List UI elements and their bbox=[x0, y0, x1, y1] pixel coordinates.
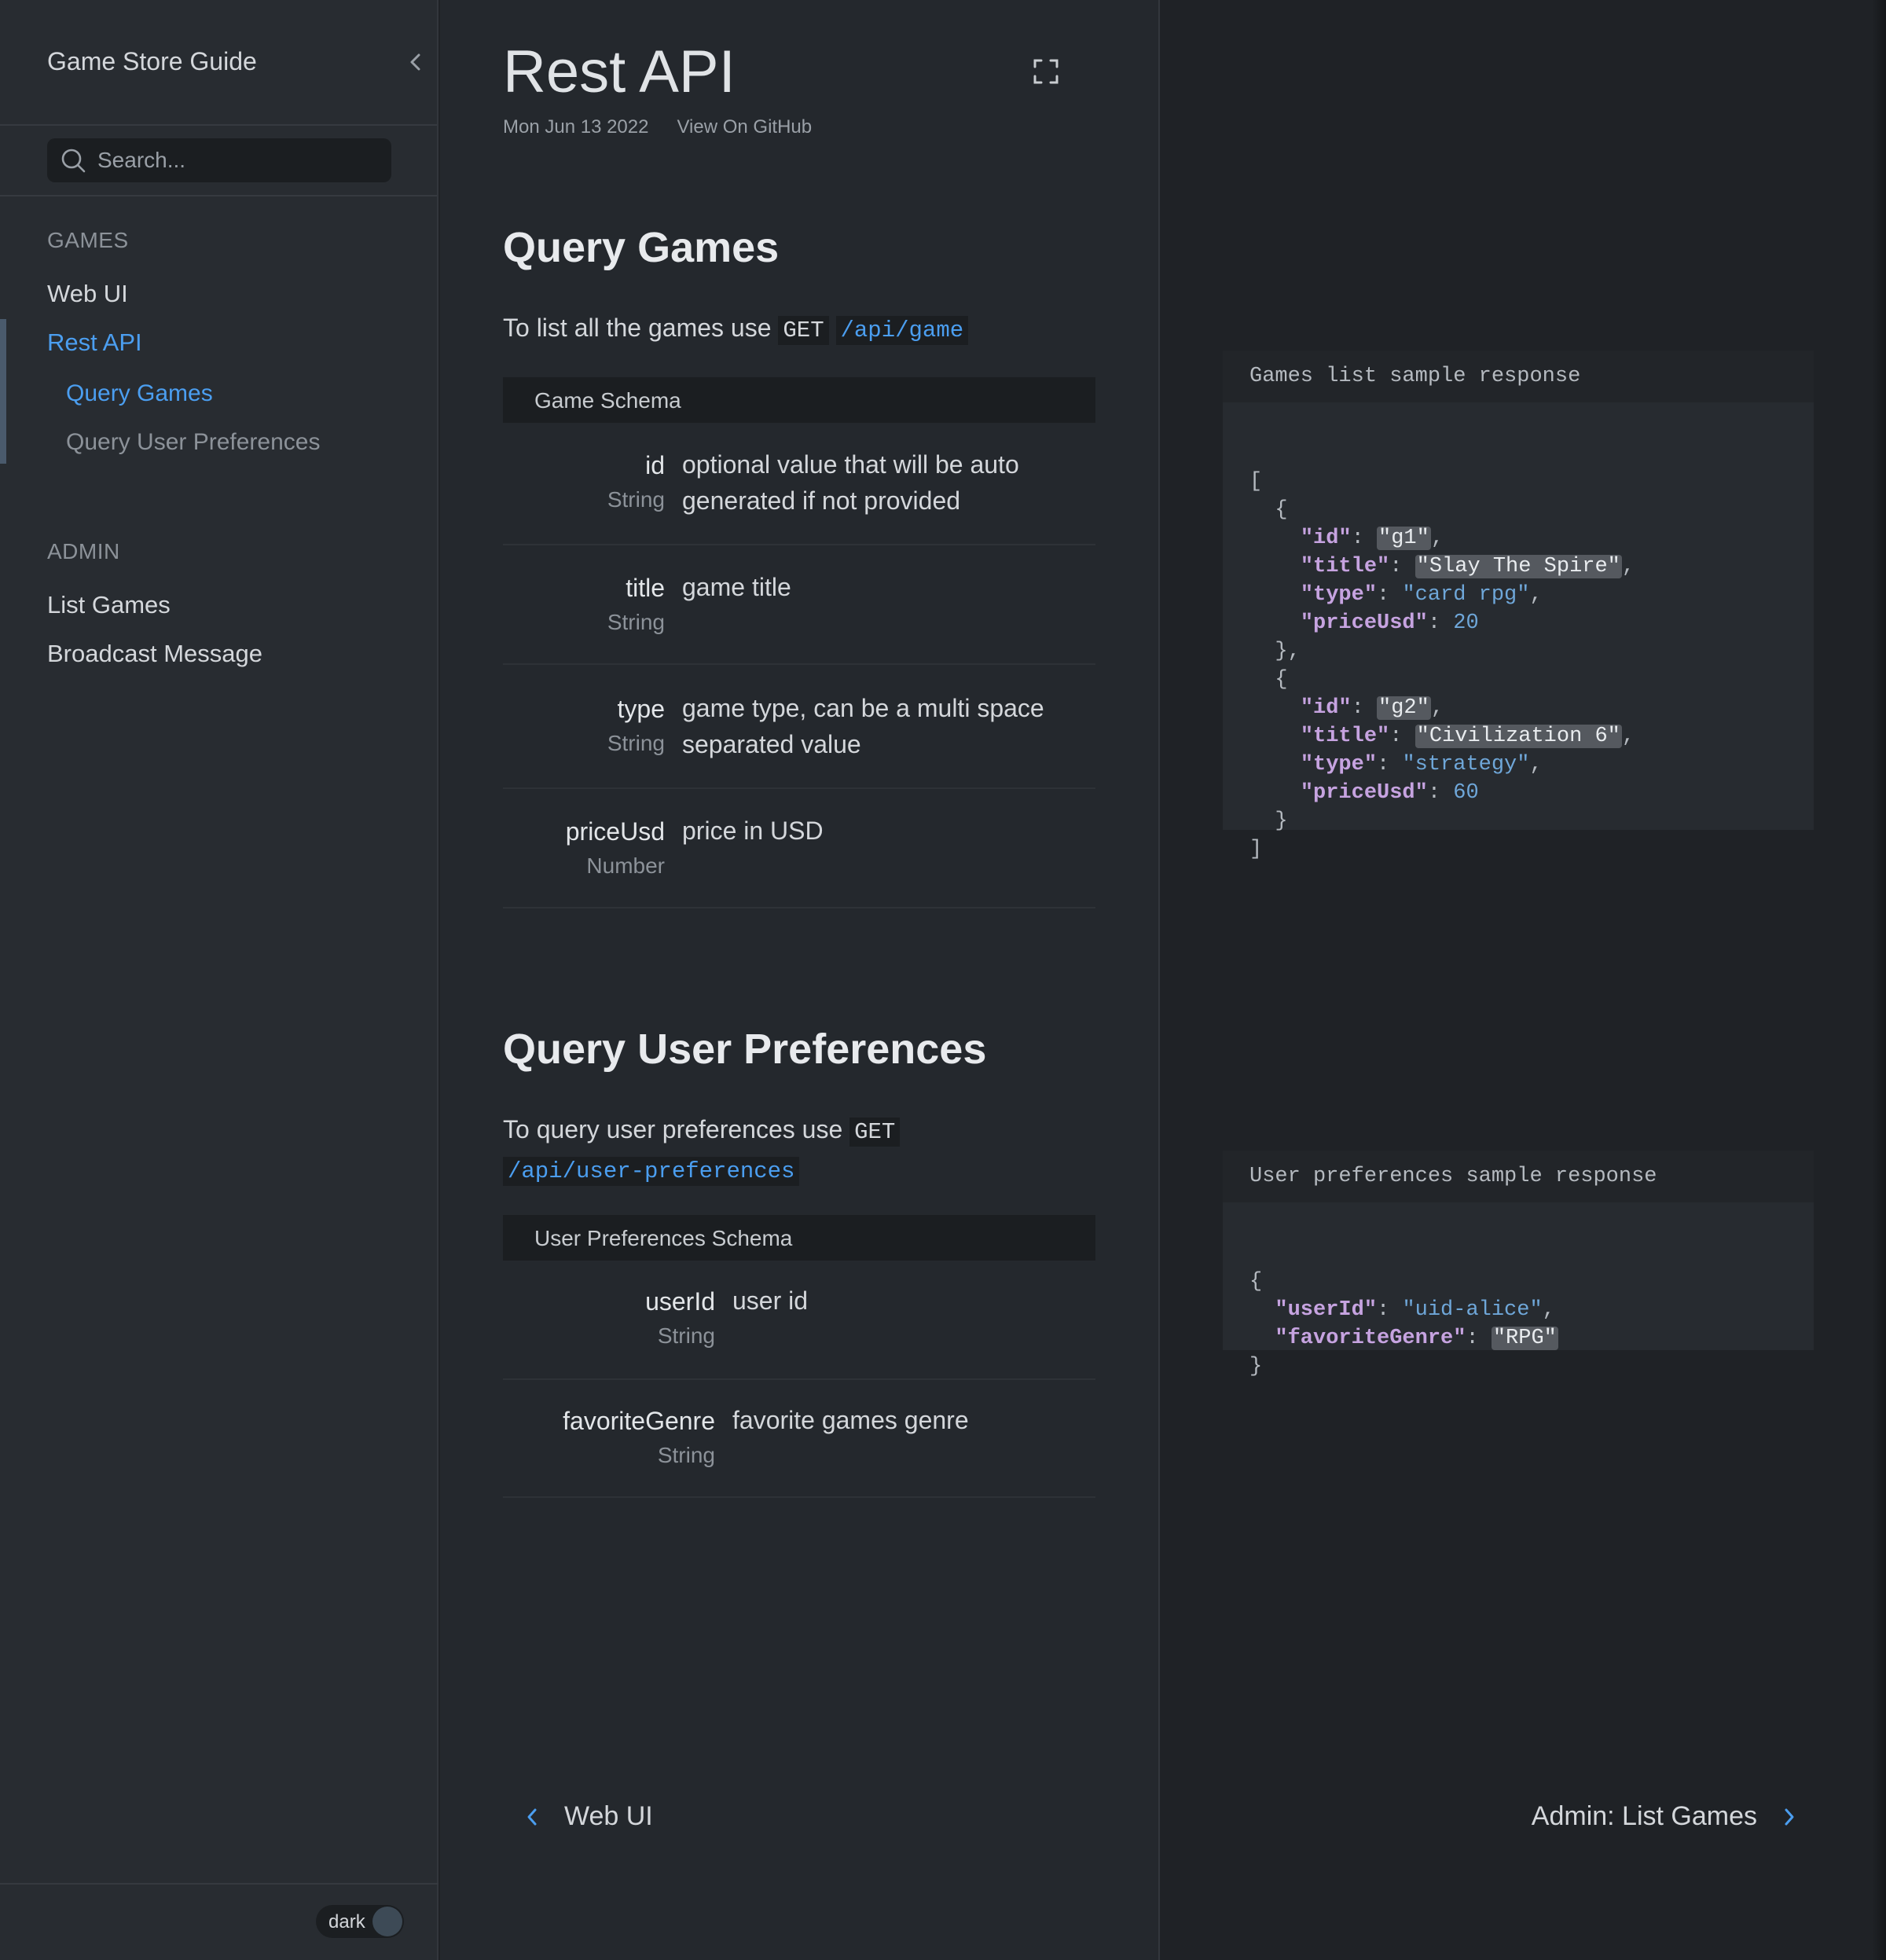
code-line: "title": "Civilization 6", bbox=[1300, 725, 1635, 748]
scroll-edge bbox=[1872, 0, 1886, 1960]
field-name: priceUsd bbox=[565, 817, 665, 846]
code-caption: Games list sample response bbox=[1223, 351, 1814, 402]
code-line: "id": "g2", bbox=[1300, 696, 1444, 720]
schema-title: User Preferences Schema bbox=[503, 1215, 1095, 1261]
schema-row: id String optional value that will be au… bbox=[503, 423, 1095, 545]
sidebar-footer: dark bbox=[0, 1883, 438, 1960]
github-link[interactable]: View On GitHub bbox=[677, 116, 812, 138]
code-line: ] bbox=[1249, 838, 1263, 861]
sidebar-item-web-ui[interactable]: Web UI bbox=[47, 280, 128, 308]
field-desc: user id bbox=[732, 1286, 809, 1315]
page-date: Mon Jun 13 2022 bbox=[503, 116, 649, 138]
prev-page-link[interactable]: Web UI bbox=[523, 1801, 653, 1832]
http-method: GET bbox=[849, 1118, 901, 1147]
schema-row: title String game title bbox=[503, 545, 1095, 665]
code-line: }, bbox=[1249, 640, 1301, 663]
field-name: id bbox=[645, 451, 665, 479]
page-meta: Mon Jun 13 2022 View On GitHub bbox=[503, 116, 812, 138]
schema-title: Game Schema bbox=[503, 377, 1095, 423]
field-name: title bbox=[626, 574, 665, 602]
code-line: { bbox=[1249, 498, 1288, 522]
expand-icon[interactable] bbox=[1033, 58, 1059, 85]
intro-text: To query user preferences use bbox=[503, 1115, 843, 1143]
code-line: "type": "strategy", bbox=[1300, 753, 1543, 776]
schema-row: type String game type, can be a multi sp… bbox=[503, 665, 1095, 789]
main-content: Rest API Mon Jun 13 2022 View On GitHub Q… bbox=[440, 0, 1158, 1960]
field-desc: game title bbox=[682, 573, 791, 601]
field-desc: price in USD bbox=[682, 817, 824, 845]
theme-toggle-label: dark bbox=[328, 1911, 365, 1932]
nav-heading-games: GAMES bbox=[47, 228, 129, 252]
chevron-right-icon bbox=[1785, 1808, 1794, 1825]
next-page-link[interactable]: Admin: List Games bbox=[1532, 1801, 1798, 1832]
field-type: String bbox=[657, 1323, 715, 1348]
code-line: "userId": "uid-alice", bbox=[1275, 1298, 1555, 1322]
search-bar bbox=[0, 126, 437, 196]
sidebar-item-rest-api[interactable]: Rest API bbox=[47, 329, 142, 357]
code-line: "priceUsd": 20 bbox=[1300, 611, 1479, 635]
schema-row: priceUsd Number price in USD bbox=[503, 789, 1095, 908]
active-indicator bbox=[0, 319, 6, 464]
nav-heading-admin: ADMIN bbox=[47, 539, 120, 563]
sidebar-title[interactable]: Game Store Guide bbox=[47, 47, 257, 76]
search-icon bbox=[61, 149, 86, 173]
field-type: String bbox=[607, 610, 665, 634]
code-line: "favoriteGenre": "RPG" bbox=[1275, 1327, 1558, 1350]
field-type: String bbox=[607, 487, 665, 512]
search-box[interactable] bbox=[47, 138, 391, 182]
code-caption: User preferences sample response bbox=[1223, 1151, 1814, 1202]
endpoint-link[interactable]: /api/user-preferences bbox=[503, 1157, 800, 1186]
next-page-label: Admin: List Games bbox=[1531, 1801, 1757, 1831]
code-line: } bbox=[1249, 1355, 1263, 1378]
code-line: "priceUsd": 60 bbox=[1300, 781, 1479, 805]
sidebar-header: Game Store Guide bbox=[0, 0, 437, 126]
code-line: "title": "Slay The Spire", bbox=[1300, 555, 1635, 578]
prev-page-label: Web UI bbox=[564, 1801, 653, 1831]
field-name: favoriteGenre bbox=[563, 1407, 715, 1435]
field-desc: optional value that will be auto generat… bbox=[682, 450, 1019, 515]
field-desc: favorite games genre bbox=[732, 1406, 969, 1434]
chevron-left-icon bbox=[527, 1808, 537, 1825]
code-block-user-preferences: User preferences sample response { "user… bbox=[1223, 1151, 1814, 1378]
theme-toggle[interactable]: dark bbox=[316, 1905, 404, 1938]
http-method: GET bbox=[778, 316, 829, 345]
field-desc: game type, can be a multi space separate… bbox=[682, 694, 1044, 758]
section-intro: To query user preferences use GET /api/u… bbox=[503, 1111, 1100, 1190]
intro-text: To list all the games use bbox=[503, 314, 772, 342]
sidebar-subitem-query-games[interactable]: Query Games bbox=[66, 380, 213, 407]
section-heading-query-user-preferences: Query User Preferences bbox=[503, 1026, 987, 1073]
code-line: [ bbox=[1249, 470, 1263, 494]
sidebar: Game Store Guide GAMES Web UI Rest API Q… bbox=[0, 0, 438, 1960]
search-input[interactable] bbox=[97, 148, 365, 173]
code-line: "id": "g1", bbox=[1300, 527, 1444, 550]
sidebar-item-list-games[interactable]: List Games bbox=[47, 591, 171, 619]
field-name: userId bbox=[645, 1287, 715, 1316]
code-line: { bbox=[1249, 1270, 1263, 1294]
field-name: type bbox=[617, 695, 665, 723]
code-line: "type": "card rpg", bbox=[1300, 583, 1543, 607]
sidebar-subitem-query-user-preferences[interactable]: Query User Preferences bbox=[66, 429, 320, 456]
chevron-left-icon[interactable] bbox=[404, 50, 427, 74]
schema-row: favoriteGenre String favorite games genr… bbox=[503, 1380, 1095, 1498]
field-type: Number bbox=[586, 853, 665, 878]
schema-row: userId String user id bbox=[503, 1261, 1095, 1380]
code-column: Games list sample response [ { "id": "g1… bbox=[1158, 0, 1886, 1960]
section-heading-query-games: Query Games bbox=[503, 224, 780, 271]
code-line: { bbox=[1249, 668, 1288, 692]
toggle-knob bbox=[372, 1907, 402, 1936]
endpoint-link[interactable]: /api/game bbox=[835, 316, 969, 345]
field-type: String bbox=[607, 731, 665, 755]
code-line: } bbox=[1249, 809, 1288, 833]
code-block-games: Games list sample response [ { "id": "g1… bbox=[1223, 351, 1814, 861]
field-type: String bbox=[657, 1443, 715, 1467]
page-title: Rest API bbox=[503, 39, 736, 105]
section-intro: To list all the games use GET /api/game bbox=[503, 310, 1100, 349]
sidebar-item-broadcast-message[interactable]: Broadcast Message bbox=[47, 640, 262, 668]
